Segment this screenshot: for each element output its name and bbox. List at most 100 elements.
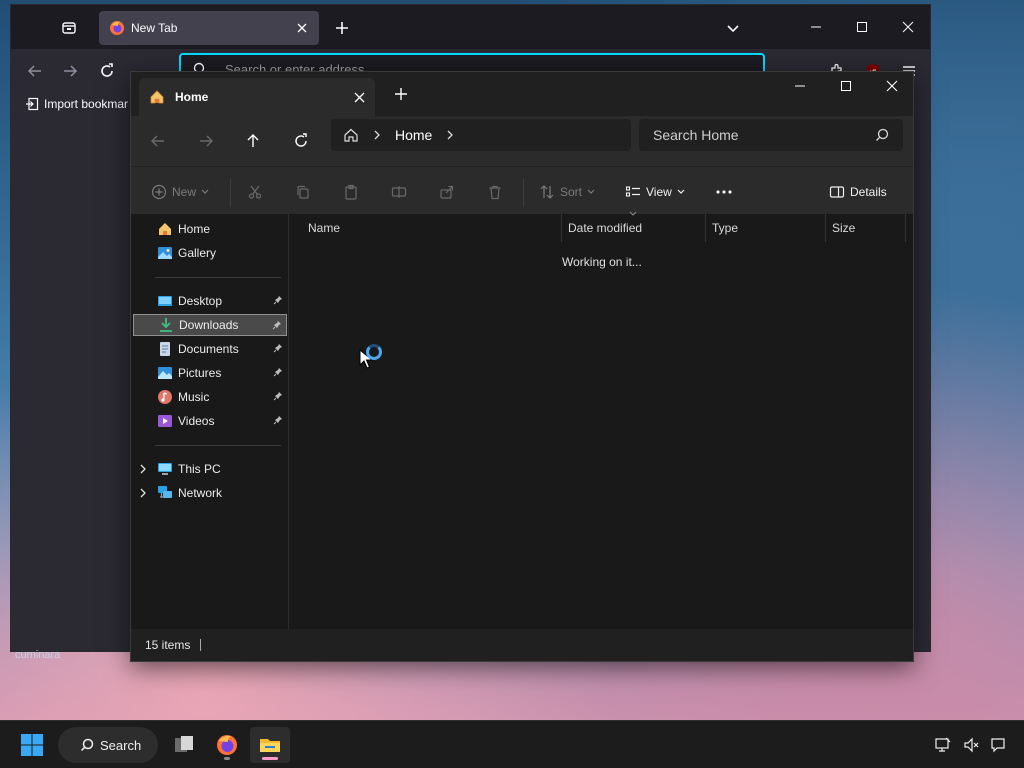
sidebar-item-this-pc[interactable]: This PC (133, 458, 287, 480)
maximize-icon[interactable] (839, 5, 885, 49)
column-header-date-modified[interactable]: Date modified (562, 214, 706, 242)
search-icon (80, 738, 94, 752)
start-icon[interactable] (12, 727, 52, 763)
sidebar-item-desktop[interactable]: Desktop (133, 290, 287, 312)
sidebar-item-network[interactable]: Network (133, 482, 287, 504)
pin-icon[interactable] (273, 343, 283, 353)
up-arrow-icon[interactable] (242, 130, 264, 152)
chevron-right-icon[interactable] (373, 130, 381, 140)
sidebar-item-label: Documents (178, 342, 239, 356)
explorer-title-bar: Home (131, 72, 913, 116)
pin-icon[interactable] (273, 415, 283, 425)
chevron-right-icon[interactable] (139, 488, 147, 498)
chevron-right-icon[interactable] (446, 130, 454, 140)
explorer-address-row: Home Search Home (131, 116, 913, 166)
pictures-folder-icon (157, 365, 173, 381)
home-icon (157, 221, 173, 237)
share-icon[interactable] (439, 181, 455, 203)
close-window-icon[interactable] (885, 5, 931, 49)
network-icon[interactable] (930, 727, 956, 763)
sidebar-item-label: Home (178, 222, 211, 236)
navigation-pane: Home Gallery Desktop Downloads Documents… (131, 214, 289, 630)
active-indicator (262, 757, 278, 760)
sidebar-item-downloads[interactable]: Downloads (133, 314, 287, 336)
home-outline-icon (343, 127, 359, 143)
sort-caret-icon (629, 211, 637, 216)
pin-icon[interactable] (273, 391, 283, 401)
refresh-icon[interactable] (290, 130, 312, 152)
view-button[interactable]: View (625, 181, 685, 203)
busy-spinner-icon (366, 344, 382, 360)
import-bookmarks-label: Import bookmar (44, 97, 129, 111)
sidebar-item-label: Network (178, 486, 223, 500)
sidebar-item-label: Music (178, 390, 210, 404)
sidebar-item-gallery[interactable]: Gallery (133, 242, 287, 264)
copy-icon[interactable] (295, 181, 311, 203)
sidebar-item-label: Videos (178, 414, 215, 428)
view-list-icon (625, 184, 641, 200)
music-folder-icon (157, 389, 173, 405)
notification-icon[interactable] (985, 727, 1011, 763)
sort-button[interactable]: Sort (539, 181, 595, 203)
volume-muted-icon[interactable] (958, 727, 984, 763)
breadcrumb-home[interactable]: Home (395, 127, 432, 143)
cut-icon[interactable] (247, 181, 263, 203)
import-icon (25, 97, 39, 111)
close-tab-icon[interactable] (354, 92, 365, 103)
sidebar-item-music[interactable]: Music (133, 386, 287, 408)
chevron-down-icon (587, 189, 595, 195)
pin-icon[interactable] (272, 320, 282, 330)
new-button[interactable]: New (151, 181, 209, 203)
column-header-type[interactable]: Type (706, 214, 826, 242)
details-pane-button[interactable]: Details (829, 181, 887, 203)
sidebar-item-home[interactable]: Home (133, 218, 287, 240)
search-input[interactable]: Search Home (639, 119, 903, 151)
chevron-down-icon (201, 189, 209, 195)
sort-arrows-icon (539, 184, 555, 200)
firefox-view-icon[interactable] (58, 17, 80, 39)
delete-trash-icon[interactable] (487, 181, 503, 203)
running-indicator (224, 757, 230, 760)
explorer-tab-home[interactable]: Home (139, 78, 375, 116)
minimize-icon[interactable] (793, 5, 839, 49)
new-tab-plus-icon[interactable] (393, 86, 409, 102)
item-count: 15 items (145, 638, 191, 652)
home-icon (149, 89, 165, 105)
close-tab-icon[interactable] (295, 21, 309, 35)
task-view-icon[interactable] (164, 727, 204, 763)
command-divider (230, 179, 231, 207)
back-arrow-icon[interactable] (23, 59, 47, 83)
sidebar-item-videos[interactable]: Videos (133, 410, 287, 432)
new-tab-plus-icon[interactable] (331, 17, 353, 39)
close-window-icon[interactable] (869, 72, 915, 100)
this-pc-icon (157, 461, 173, 477)
forward-arrow-icon[interactable] (195, 130, 217, 152)
chevron-right-icon[interactable] (139, 464, 147, 474)
taskbar-search-button[interactable]: Search (58, 727, 158, 763)
pin-icon[interactable] (273, 295, 283, 305)
sidebar-item-pictures[interactable]: Pictures (133, 362, 287, 384)
address-bar[interactable]: Home (331, 119, 631, 151)
paste-icon[interactable] (343, 181, 359, 203)
list-all-tabs-chevron-icon[interactable] (724, 19, 742, 37)
column-header-name[interactable]: Name (302, 214, 562, 242)
reload-icon[interactable] (95, 59, 119, 83)
rename-icon[interactable] (391, 181, 407, 203)
more-options-icon[interactable] (715, 181, 733, 203)
firefox-tab-new-tab[interactable]: New Tab (99, 11, 319, 45)
file-explorer-icon[interactable] (250, 727, 290, 763)
documents-folder-icon (157, 341, 173, 357)
column-header-size[interactable]: Size (826, 214, 906, 242)
sidebar-item-documents[interactable]: Documents (133, 338, 287, 360)
minimize-icon[interactable] (777, 72, 823, 100)
pin-icon[interactable] (273, 367, 283, 377)
import-bookmarks-button[interactable]: Import bookmar (25, 97, 128, 111)
firefox-icon[interactable] (207, 727, 247, 763)
forward-arrow-icon[interactable] (58, 59, 82, 83)
back-arrow-icon[interactable] (147, 130, 169, 152)
nav-divider (155, 277, 281, 278)
maximize-icon[interactable] (823, 72, 869, 100)
search-icon (875, 128, 889, 142)
sidebar-item-label: Gallery (178, 246, 217, 260)
taskbar-search-label: Search (100, 737, 142, 753)
